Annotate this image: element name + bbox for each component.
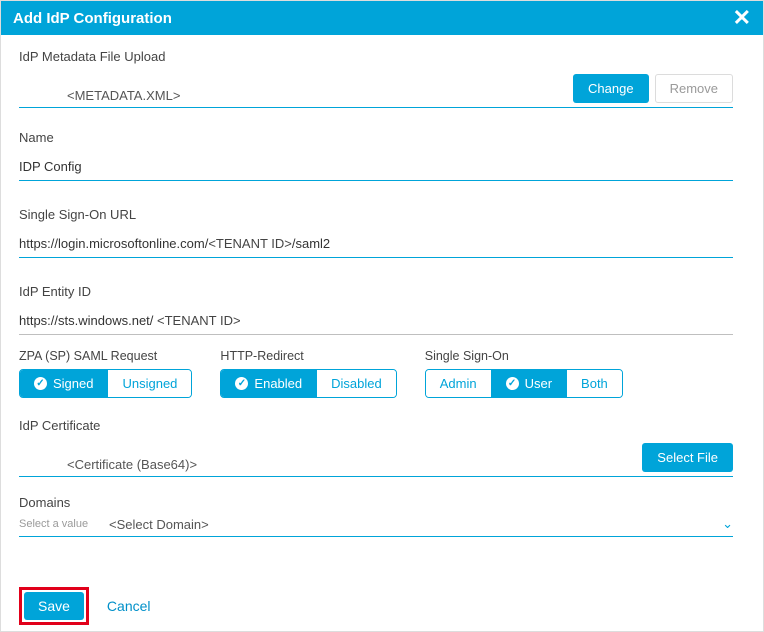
- select-file-button[interactable]: Select File: [642, 443, 733, 472]
- metadata-filename: <METADATA.XML>: [19, 88, 573, 103]
- metadata-row: <METADATA.XML> Change Remove: [19, 70, 733, 108]
- metadata-label: IdP Metadata File Upload: [19, 49, 733, 64]
- dialog-footer: Save Cancel: [1, 581, 763, 631]
- sso-url-tenant: <TENANT ID>: [208, 236, 292, 251]
- sso-url-value: https://login.microsoftonline.com/<TENAN…: [19, 232, 733, 253]
- sso-both-option[interactable]: Both: [566, 370, 622, 397]
- sso-url-label: Single Sign-On URL: [19, 207, 733, 222]
- domains-hint: Select a value: [19, 518, 88, 530]
- dialog-body[interactable]: IdP Metadata File Upload <METADATA.XML> …: [1, 35, 751, 581]
- save-button[interactable]: Save: [24, 592, 84, 620]
- check-icon: ✓: [34, 377, 47, 390]
- close-icon[interactable]: ✕: [733, 7, 751, 29]
- idp-config-dialog: Add IdP Configuration ✕ IdP Metadata Fil…: [0, 0, 764, 632]
- dialog-title: Add IdP Configuration: [13, 10, 172, 27]
- chevron-down-icon: ⌄: [722, 516, 733, 532]
- dialog-titlebar: Add IdP Configuration ✕: [1, 1, 763, 35]
- http-redirect-group: HTTP-Redirect ✓ Enabled Disabled: [220, 349, 396, 398]
- check-icon: ✓: [235, 377, 248, 390]
- sso-admin-option[interactable]: Admin: [426, 370, 491, 397]
- sso-segment: Admin ✓ User Both: [425, 369, 623, 398]
- sso-label: Single Sign-On: [425, 349, 623, 363]
- check-icon: ✓: [506, 377, 519, 390]
- remove-button[interactable]: Remove: [655, 74, 733, 103]
- cert-placeholder: <Certificate (Base64)>: [19, 457, 642, 472]
- domains-label: Domains: [19, 495, 733, 510]
- http-redirect-segment: ✓ Enabled Disabled: [220, 369, 396, 398]
- entity-id-label: IdP Entity ID: [19, 284, 733, 299]
- entity-id-tenant: <TENANT ID>: [157, 313, 241, 328]
- saml-signed-option[interactable]: ✓ Signed: [20, 370, 107, 397]
- entity-id-prefix: https://sts.windows.net/: [19, 313, 157, 328]
- name-input[interactable]: [19, 155, 733, 176]
- entity-id-row[interactable]: https://sts.windows.net/ <TENANT ID>: [19, 305, 733, 335]
- name-row: [19, 151, 733, 181]
- sso-user-label: User: [525, 376, 552, 391]
- sso-url-prefix: https://login.microsoftonline.com/: [19, 236, 208, 251]
- sso-group: Single Sign-On Admin ✓ User Both: [425, 349, 623, 398]
- cert-row: <Certificate (Base64)> Select File: [19, 439, 733, 477]
- sso-url-row[interactable]: https://login.microsoftonline.com/<TENAN…: [19, 228, 733, 258]
- cancel-button[interactable]: Cancel: [107, 598, 151, 614]
- saml-request-segment: ✓ Signed Unsigned: [19, 369, 192, 398]
- domains-select[interactable]: <Select Domain> ⌄: [19, 516, 733, 537]
- saml-unsigned-option[interactable]: Unsigned: [107, 370, 191, 397]
- change-button[interactable]: Change: [573, 74, 649, 103]
- http-enabled-label: Enabled: [254, 376, 302, 391]
- sso-user-option[interactable]: ✓ User: [491, 370, 566, 397]
- http-redirect-label: HTTP-Redirect: [220, 349, 396, 363]
- saml-request-group: ZPA (SP) SAML Request ✓ Signed Unsigned: [19, 349, 192, 398]
- name-label: Name: [19, 130, 733, 145]
- save-highlight: Save: [19, 587, 89, 625]
- saml-request-label: ZPA (SP) SAML Request: [19, 349, 192, 363]
- cert-label: IdP Certificate: [19, 418, 733, 433]
- http-disabled-option[interactable]: Disabled: [316, 370, 396, 397]
- saml-signed-label: Signed: [53, 376, 93, 391]
- sso-url-suffix: /saml2: [292, 236, 330, 251]
- entity-id-value: https://sts.windows.net/ <TENANT ID>: [19, 309, 733, 330]
- http-enabled-option[interactable]: ✓ Enabled: [221, 370, 316, 397]
- segmented-controls: ZPA (SP) SAML Request ✓ Signed Unsigned …: [19, 349, 733, 398]
